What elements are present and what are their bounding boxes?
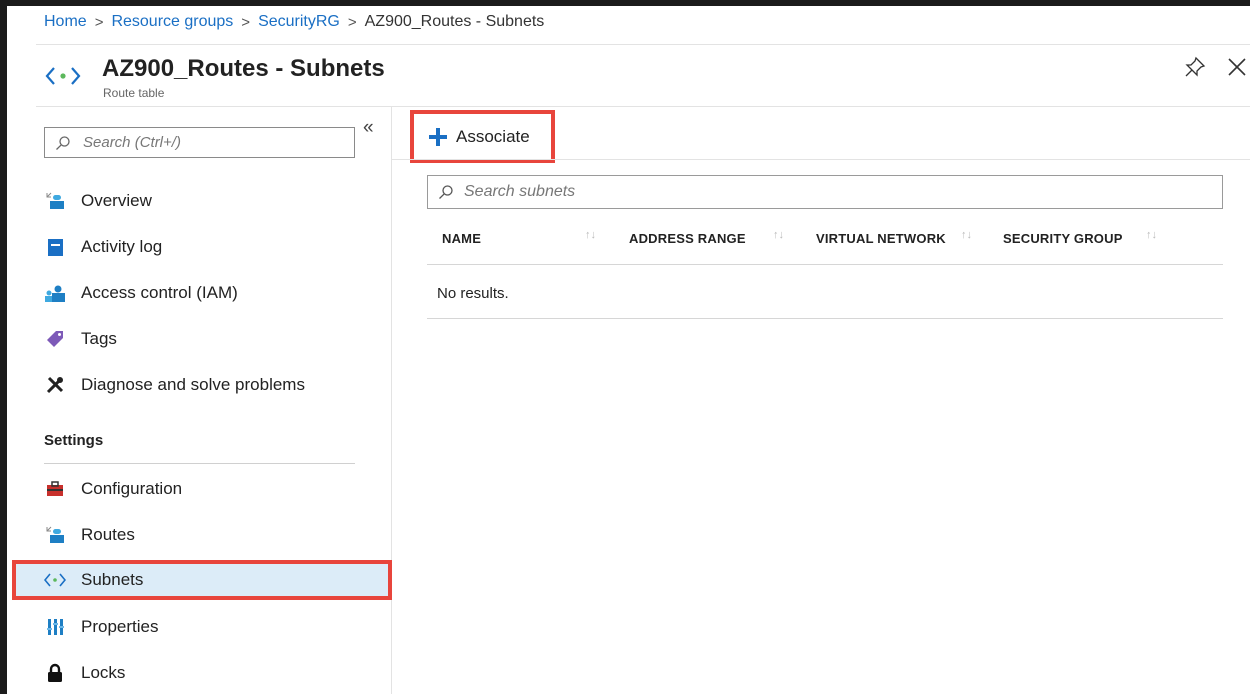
sidebar-item-label: Locks: [81, 663, 126, 682]
sort-icon[interactable]: ↑↓: [961, 229, 972, 241]
page-title: AZ900_Routes - Subnets: [102, 55, 385, 82]
sidebar-item-diagnose[interactable]: Diagnose and solve problems: [36, 365, 390, 405]
tag-icon: [44, 328, 66, 350]
associate-button[interactable]: Associate: [410, 110, 555, 163]
pin-icon[interactable]: [1184, 56, 1206, 78]
sidebar-item-label: Routes: [81, 525, 135, 544]
command-bar-divider: [392, 159, 1250, 160]
sidebar-item-label: Tags: [81, 329, 117, 348]
sidebar-item-label: Properties: [81, 617, 159, 636]
sidebar-item-subnets[interactable]: Subnets: [12, 560, 392, 600]
sort-icon[interactable]: ↑↓: [585, 229, 596, 241]
column-virtual-network[interactable]: VIRTUAL NETWORK: [816, 231, 946, 246]
sidebar-item-label: Overview: [81, 191, 152, 210]
main-content: Associate Search subnets NAME ↑↓ ADDRESS…: [392, 107, 1250, 694]
breadcrumb-resource-groups[interactable]: Resource groups: [111, 13, 233, 31]
left-frame: [0, 0, 7, 694]
toolbox-icon: [44, 478, 66, 500]
routes-icon: [44, 524, 66, 546]
overview-icon: [44, 190, 66, 212]
search-subnets-input[interactable]: Search subnets: [427, 175, 1223, 209]
breadcrumb-separator: >: [241, 13, 251, 31]
section-divider: [44, 463, 355, 464]
sidebar-search-placeholder: Search (Ctrl+/): [83, 134, 181, 151]
breadcrumb-home[interactable]: Home: [44, 13, 87, 31]
breadcrumb-separator: >: [94, 13, 104, 31]
sidebar-item-label: Subnets: [81, 570, 144, 589]
associate-label: Associate: [456, 126, 530, 146]
sidebar-item-label: Activity log: [81, 237, 163, 256]
top-frame: [0, 0, 1250, 6]
breadcrumb-divider: [36, 44, 1250, 45]
close-icon[interactable]: [1226, 56, 1248, 78]
column-security-group[interactable]: SECURITY GROUP: [1003, 231, 1123, 246]
search-icon: [439, 185, 453, 199]
collapse-sidebar-button[interactable]: «: [363, 117, 374, 139]
column-name[interactable]: NAME: [442, 231, 481, 246]
sidebar-item-iam[interactable]: Access control (IAM): [36, 273, 390, 313]
search-subnets-placeholder: Search subnets: [464, 183, 576, 200]
column-address-range[interactable]: ADDRESS RANGE: [629, 231, 746, 246]
sidebar-item-locks[interactable]: Locks: [36, 653, 390, 693]
sidebar-item-routes[interactable]: Routes: [36, 515, 390, 555]
sidebar-item-tags[interactable]: Tags: [36, 319, 390, 359]
sidebar-item-activity-log[interactable]: Activity log: [36, 227, 390, 267]
route-table-icon: [45, 67, 81, 85]
plus-icon: [429, 127, 447, 146]
sidebar-item-label: Access control (IAM): [81, 283, 238, 302]
sidebar: Search (Ctrl+/) « Overview Activity log …: [12, 107, 392, 694]
sidebar-search-input[interactable]: Search (Ctrl+/): [44, 127, 355, 158]
section-settings-label: Settings: [44, 432, 104, 449]
activity-log-icon: [44, 236, 66, 258]
sort-icon[interactable]: ↑↓: [1146, 229, 1157, 241]
sidebar-item-configuration[interactable]: Configuration: [36, 469, 390, 509]
properties-icon: [44, 616, 66, 638]
sidebar-item-overview[interactable]: Overview: [36, 181, 390, 221]
table-row: No results.: [427, 265, 1223, 319]
sidebar-item-properties[interactable]: Properties: [36, 607, 390, 647]
blade-header: AZ900_Routes - Subnets Route table: [42, 52, 1250, 106]
iam-icon: [44, 282, 66, 304]
subnets-icon: [44, 569, 66, 591]
wrench-icon: [44, 374, 66, 396]
breadcrumb-separator: >: [347, 13, 357, 31]
page-subtitle: Route table: [103, 86, 165, 100]
breadcrumb: Home > Resource groups > SecurityRG > AZ…: [44, 13, 544, 31]
empty-results-message: No results.: [437, 285, 509, 302]
breadcrumb-current: AZ900_Routes - Subnets: [364, 13, 545, 30]
breadcrumb-securityrg[interactable]: SecurityRG: [258, 13, 340, 31]
search-icon: [56, 135, 70, 150]
lock-icon: [44, 662, 66, 684]
sidebar-item-label: Configuration: [81, 479, 183, 498]
subnets-table-header: NAME ↑↓ ADDRESS RANGE ↑↓ VIRTUAL NETWORK…: [427, 225, 1223, 265]
sort-icon[interactable]: ↑↓: [773, 229, 784, 241]
sidebar-item-label: Diagnose and solve problems: [81, 375, 305, 394]
